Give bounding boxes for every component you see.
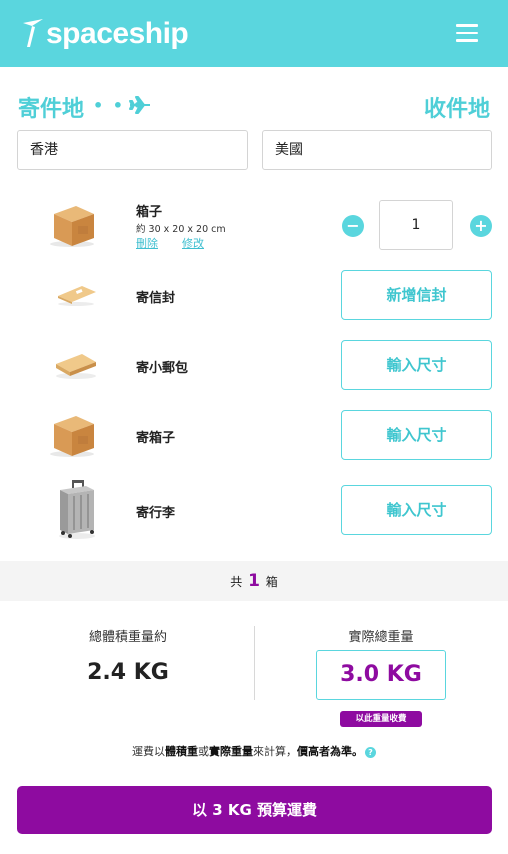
small-parcel-icon (56, 354, 96, 379)
total-unit: 箱 (265, 575, 278, 589)
option-box-title: 寄箱子 (136, 431, 176, 446)
volumetric-weight-label: 總體積重量約 (88, 630, 167, 645)
option-small-parcel-title: 寄小郵包 (136, 361, 189, 376)
help-icon[interactable]: ? (365, 747, 376, 758)
spaceship-logo[interactable]: spaceship (20, 14, 189, 54)
origin-select[interactable]: 香港 (17, 130, 248, 170)
delete-link[interactable]: 刪除 (136, 235, 158, 251)
increase-quantity-button[interactable]: + (470, 215, 492, 237)
envelope-icon (58, 286, 96, 306)
divider (254, 626, 255, 700)
option-luggage-title: 寄行李 (136, 506, 176, 521)
note-bold-volumetric: 體積重 (165, 745, 198, 758)
note-text: 來計算， (253, 745, 297, 758)
estimate-shipping-button[interactable]: 以 3 KG 預算運費 (17, 786, 492, 834)
charge-basis-badge: 以此重量收費 (340, 711, 422, 727)
logo-swoosh-icon (23, 19, 43, 47)
destination-label: 收件地 (423, 97, 490, 122)
total-count: 1 (248, 571, 260, 591)
add-envelope-button[interactable]: 新增信封 (341, 270, 492, 320)
origin-label: 寄件地 (18, 97, 85, 122)
destination-select[interactable]: 美國 (262, 130, 492, 170)
actual-weight-label: 實際總重量 (348, 630, 414, 645)
total-count-bar: 共 1 箱 (0, 561, 508, 601)
note-text: 運費以 (132, 745, 165, 758)
box-icon (50, 206, 94, 247)
option-envelope-title: 寄信封 (136, 291, 176, 306)
pricing-note: 運費以體積重或實際重量來計算，價高者為準。? (0, 743, 508, 759)
box-size-button[interactable]: 輸入尺寸 (341, 410, 492, 460)
box-icon (50, 416, 94, 457)
actual-weight-value: 3.0 KG (340, 662, 422, 687)
total-prefix: 共 (230, 575, 243, 589)
hamburger-menu-icon[interactable] (456, 24, 478, 42)
note-bold-actual: 實際重量 (209, 745, 253, 758)
item-title: 箱子 (136, 205, 163, 220)
item-dimensions: 約 30 x 20 x 20 cm (136, 224, 226, 235)
logo-text: spaceship (46, 17, 189, 50)
note-text: 或 (198, 745, 209, 758)
quantity-input[interactable]: 1 (379, 200, 453, 250)
small-parcel-size-button[interactable]: 輸入尺寸 (341, 340, 492, 390)
plane-icon (129, 96, 150, 114)
note-bold-higher: 價高者為準。 (297, 745, 363, 758)
decrease-quantity-button[interactable]: − (342, 215, 364, 237)
suitcase-icon (59, 480, 95, 539)
volumetric-weight-value: 2.4 KG (87, 660, 169, 685)
edit-link[interactable]: 修改 (182, 235, 204, 251)
luggage-size-button[interactable]: 輸入尺寸 (341, 485, 492, 535)
header: spaceship (0, 0, 508, 67)
